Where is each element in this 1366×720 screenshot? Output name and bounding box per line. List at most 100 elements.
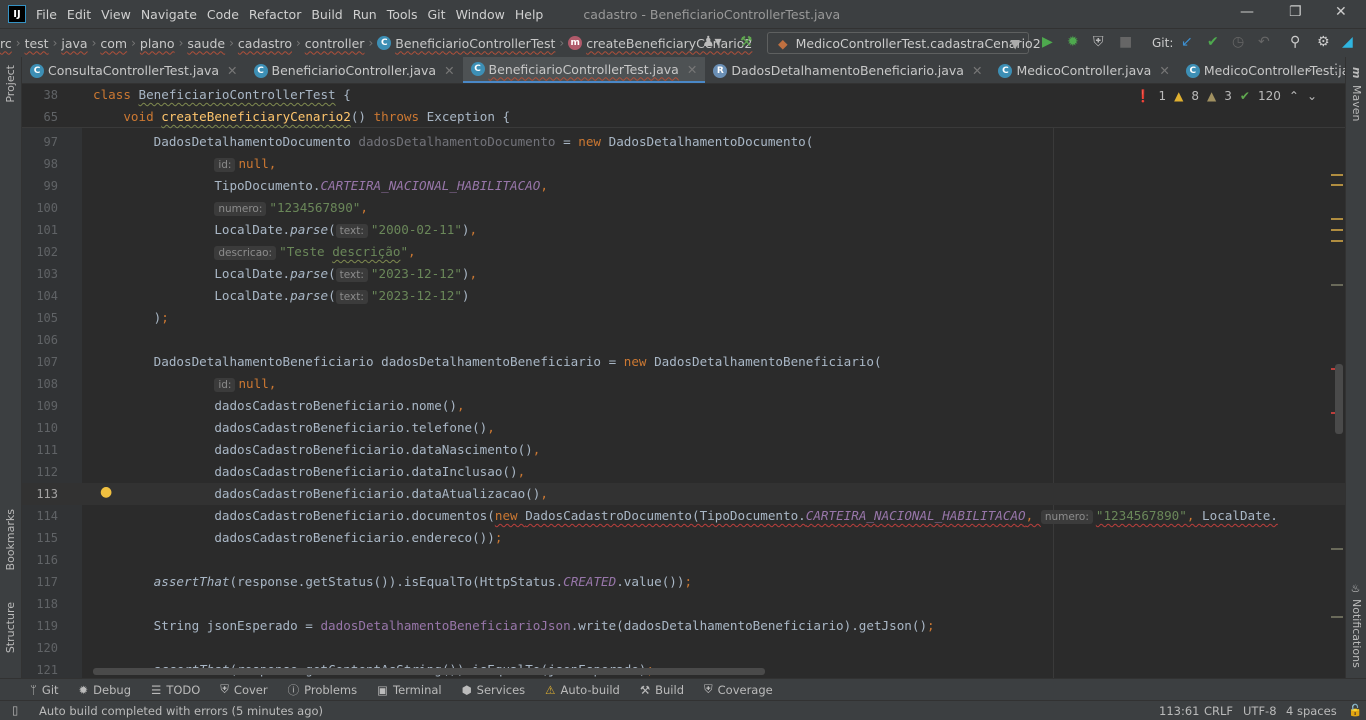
breadcrumb-item[interactable]: test (25, 36, 49, 51)
code-line[interactable]: 108 id: null, (22, 373, 1345, 395)
breadcrumb-item[interactable]: BeneficiarioControllerTest (395, 36, 555, 51)
code-text[interactable]: dadosCadastroBeneficiario.dataNascimento… (93, 439, 540, 461)
code-text[interactable]: LocalDate.parse(text: "2023-12-12"), (93, 263, 477, 286)
coverage-run-icon[interactable]: ⛨ (1093, 34, 1104, 50)
code-text[interactable]: dadosCadastroBeneficiario.telefone(), (93, 417, 495, 439)
tab-beneficiariocontroller[interactable]: C BeneficiarioController.java ✕ (246, 57, 463, 83)
horizontal-scrollbar[interactable] (93, 668, 765, 675)
warning-marker[interactable] (1331, 548, 1343, 550)
code-text[interactable]: assertThat(response.getStatus()).isEqual… (93, 571, 692, 593)
breadcrumb-item[interactable]: cadastro (238, 36, 292, 51)
run-configuration-select[interactable]: ◆ MedicoControllerTest.cadastraCenario2 … (767, 32, 1041, 54)
code-line[interactable]: 99 TipoDocumento.CARTEIRA_NACIONAL_HABIL… (22, 175, 1345, 197)
breadcrumb-item[interactable]: plano (140, 36, 175, 51)
code-line[interactable]: 120 (22, 637, 1345, 659)
tool-window-coverage[interactable]: ⛨ Coverage (704, 682, 773, 697)
breadcrumb-item[interactable]: rc (0, 36, 12, 51)
code-line[interactable]: 104 LocalDate.parse(text: "2023-12-12") (22, 285, 1345, 307)
code-line[interactable]: 117 assertThat(response.getStatus()).isE… (22, 571, 1345, 593)
code-text[interactable]: class BeneficiarioControllerTest { (93, 84, 351, 106)
tool-window-git[interactable]: ᛘ Git (30, 683, 59, 697)
close-tab-icon[interactable]: ✕ (227, 63, 237, 78)
close-tab-icon[interactable]: ✕ (687, 62, 697, 77)
code-line[interactable]: 112 dadosCadastroBeneficiario.dataInclus… (22, 461, 1345, 483)
code-line[interactable]: 101 LocalDate.parse(text: "2000-02-11"), (22, 219, 1345, 241)
code-text[interactable]: void createBeneficiaryCenario2() throws … (93, 106, 510, 128)
code-line[interactable]: 97 DadosDetalhamentoDocumento dadosDetal… (22, 131, 1345, 153)
code-line[interactable]: 119 String jsonEsperado = dadosDetalhame… (22, 615, 1345, 637)
git-commit-icon[interactable]: ✔ (1207, 34, 1219, 50)
close-tab-icon[interactable]: ✕ (444, 63, 454, 78)
code-text[interactable]: DadosDetalhamentoBeneficiario dadosDetal… (93, 351, 882, 373)
close-tab-icon[interactable]: ✕ (1159, 63, 1169, 78)
code-text[interactable]: LocalDate.parse(text: "2000-02-11"), (93, 219, 477, 242)
status-message[interactable]: Auto build completed with errors (5 minu… (39, 704, 323, 718)
caret-position[interactable]: 113:61 (1159, 704, 1199, 718)
tool-window-problems[interactable]: ⓘ Problems (288, 682, 358, 698)
code-line[interactable]: 115 dadosCadastroBeneficiario.endereco()… (22, 527, 1345, 549)
menu-run[interactable]: Run (353, 7, 377, 22)
bookmarks-tool-button[interactable]: Bookmarks (4, 509, 17, 570)
breadcrumb-item[interactable]: com (100, 36, 127, 51)
tool-window-terminal[interactable]: ▣ Terminal (377, 683, 441, 697)
structure-tool-button[interactable]: Structure (4, 602, 17, 653)
close-icon[interactable]: ✕ (1335, 4, 1347, 20)
warning-marker[interactable] (1331, 229, 1343, 231)
code-line[interactable]: 111 dadosCadastroBeneficiario.dataNascim… (22, 439, 1345, 461)
tool-window-services[interactable]: ⬢ Services (462, 683, 526, 697)
breadcrumb-item[interactable]: controller (305, 36, 365, 51)
code-line[interactable]: 105 ); (22, 307, 1345, 329)
tool-window-build[interactable]: ⚒ Build (640, 683, 684, 697)
code-line[interactable]: 113 dadosCadastroBeneficiario.dataAtuali… (22, 483, 1345, 505)
code-line[interactable]: 116 (22, 549, 1345, 571)
warning-marker[interactable] (1331, 174, 1343, 176)
menu-git[interactable]: Git (428, 7, 446, 22)
warning-marker[interactable] (1331, 240, 1343, 242)
tool-window-todo[interactable]: ☰ TODO (151, 683, 200, 697)
user-icon[interactable]: ♟▾ (702, 34, 722, 50)
more-icon[interactable]: ⋮ (1330, 61, 1342, 75)
tool-window-debug[interactable]: ✹ Debug (79, 683, 131, 697)
menu-tools[interactable]: Tools (387, 7, 418, 22)
tab-beneficiariocontrollertest[interactable]: C BeneficiarioControllerTest.java ✕ (462, 57, 706, 83)
code-text[interactable]: DadosDetalhamentoDocumento dadosDetalham… (93, 131, 814, 153)
indent-setting[interactable]: 4 spaces (1286, 704, 1337, 718)
menu-edit[interactable]: Edit (67, 7, 91, 22)
menu-refactor[interactable]: Refactor (249, 7, 301, 22)
menu-help[interactable]: Help (515, 7, 544, 22)
tab-medicocontroller[interactable]: C MedicoController.java ✕ (990, 57, 1177, 83)
vertical-scrollbar[interactable] (1335, 364, 1343, 434)
tab-medicocontrollertest[interactable]: CMedicoControllerTest.java✕ (1178, 57, 1345, 83)
code-line[interactable]: 114 dadosCadastroBeneficiario.documentos… (22, 505, 1345, 527)
menu-view[interactable]: View (101, 7, 131, 22)
code-line[interactable]: 38 class BeneficiarioControllerTest { (22, 84, 1345, 106)
restore-icon[interactable]: ❐ (1289, 4, 1302, 20)
code-line[interactable]: 98 id: null, (22, 153, 1345, 175)
code-text[interactable]: dadosCadastroBeneficiario.documentos(new… (93, 505, 1278, 528)
menu-window[interactable]: Window (456, 7, 505, 22)
maven-tool-button[interactable]: Maven (1350, 85, 1363, 121)
project-tool-button[interactable]: Project (4, 65, 17, 103)
code-text[interactable]: numero: "1234567890", (93, 197, 368, 220)
code-line[interactable]: 106 (22, 329, 1345, 351)
menu-navigate[interactable]: Navigate (141, 7, 197, 22)
code-text[interactable]: dadosCadastroBeneficiario.nome(), (93, 395, 464, 417)
menu-build[interactable]: Build (311, 7, 342, 22)
code-line[interactable]: 109 dadosCadastroBeneficiario.nome(), (22, 395, 1345, 417)
lightbulb-icon[interactable]: ● (100, 484, 112, 500)
code-line[interactable]: 100 numero: "1234567890", (22, 197, 1345, 219)
rollback-icon[interactable]: ↶ (1258, 34, 1270, 50)
tab-dadosdetalhamentobeneficiario[interactable]: R DadosDetalhamentoBeneficiario.java ✕ (705, 57, 990, 83)
run-icon[interactable]: ▶ (1042, 34, 1053, 50)
code-line[interactable]: 118 (22, 593, 1345, 615)
menu-file[interactable]: File (36, 7, 57, 22)
code-text[interactable]: TipoDocumento.CARTEIRA_NACIONAL_HABILITA… (93, 175, 548, 197)
file-encoding[interactable]: UTF-8 (1243, 704, 1277, 718)
search-icon[interactable]: ⚲ (1290, 34, 1300, 50)
code-text[interactable]: descricao: "Teste descrição", (93, 241, 416, 264)
code-text[interactable]: id: null, (93, 153, 276, 176)
notifications-tool-button[interactable]: Notifications (1350, 599, 1363, 668)
tabs-overflow-chevron-icon[interactable]: ⌄ (1304, 61, 1314, 75)
jetbrains-icon[interactable]: ◢ (1342, 34, 1353, 50)
history-icon[interactable]: ◷ (1232, 34, 1244, 50)
